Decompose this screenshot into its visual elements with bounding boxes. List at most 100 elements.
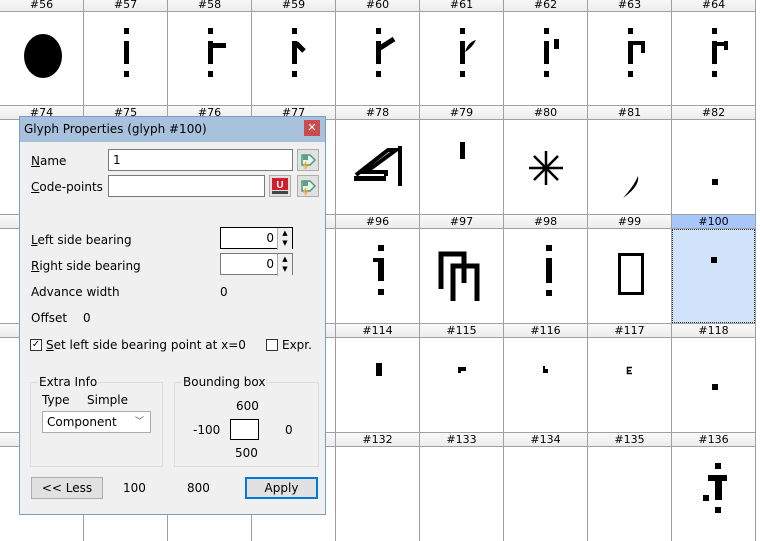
glyph-cell-label: #96 (336, 214, 419, 229)
glyph-cell[interactable]: #114 (336, 323, 420, 432)
glyph-cell[interactable]: #60 (336, 0, 420, 105)
glyph-cell-label: #135 (588, 432, 671, 447)
glyph-shape (208, 28, 226, 77)
less-button[interactable]: << Less (31, 477, 103, 499)
tag-icon-button[interactable] (297, 149, 319, 171)
glyph-cell[interactable]: #58 (168, 0, 252, 105)
lsb-spin-buttons[interactable]: ▲ ▼ (277, 228, 292, 250)
glyph-shape (460, 142, 465, 159)
lsb-label: Left side bearing (31, 233, 132, 247)
glyph-cell[interactable]: #134 (504, 432, 588, 541)
glyph-cell-label: #133 (420, 432, 503, 447)
glyph-cell[interactable]: #80 (504, 105, 588, 214)
glyph-cell-label: #58 (168, 0, 251, 12)
glyph-cell[interactable]: #56 (0, 0, 84, 105)
close-icon[interactable]: ✕ (304, 120, 320, 136)
bbox-preview (230, 419, 259, 440)
glyph-cell[interactable]: #132 (336, 432, 420, 541)
glyph-preview (672, 229, 755, 323)
glyph-preview (672, 120, 755, 214)
glyph-cell[interactable]: #82 (672, 105, 756, 214)
codepoints-input[interactable] (108, 175, 265, 197)
glyph-preview (168, 12, 251, 105)
glyph-preview (588, 12, 671, 105)
glyph-shape (544, 28, 559, 77)
glyph-cell[interactable]: #63 (588, 0, 672, 105)
glyph-cell[interactable]: #57 (84, 0, 168, 105)
glyph-preview (420, 338, 503, 432)
set-lsb-checkbox[interactable]: ✓ (30, 339, 42, 351)
glyph-cell-label: #64 (672, 0, 755, 12)
glyph-preview (0, 12, 83, 105)
glyph-cell[interactable]: #96 (336, 214, 420, 323)
glyph-cell-label: #62 (504, 0, 587, 12)
expr-checkbox[interactable] (266, 339, 278, 351)
glyph-shape (354, 146, 403, 186)
glyph-shape (529, 151, 563, 185)
glyph-cell[interactable]: #117 (588, 323, 672, 432)
glyph-preview (336, 338, 419, 432)
glyph-shape (373, 245, 384, 295)
component-select[interactable]: Component ﹀ (42, 411, 151, 433)
glyph-preview (336, 12, 419, 105)
glyph-preview (420, 447, 503, 541)
glyph-cell[interactable]: #136 (672, 432, 756, 541)
glyph-cell-label: #116 (504, 323, 587, 338)
glyph-cell[interactable]: #62 (504, 0, 588, 105)
glyph-cell-label: #99 (588, 214, 671, 229)
glyph-shape (711, 257, 717, 263)
glyph-cell[interactable]: #59 (252, 0, 336, 105)
glyph-cell-label: #60 (336, 0, 419, 12)
glyph-cell[interactable]: #78 (336, 105, 420, 214)
glyph-preview (588, 447, 671, 541)
glyph-shape (460, 28, 476, 77)
glyph-cell-label: #80 (504, 105, 587, 120)
glyph-shape (703, 463, 727, 513)
glyph-shape (628, 28, 645, 77)
glyph-cell[interactable]: #61 (420, 0, 504, 105)
bbox-right: 0 (285, 423, 293, 437)
glyph-cell-label: #132 (336, 432, 419, 447)
glyph-preview (588, 229, 671, 323)
glyph-cell[interactable]: #99 (588, 214, 672, 323)
advance-width-value: 0 (220, 285, 228, 299)
component-select-value: Component (47, 415, 117, 429)
glyph-cell-label: #136 (672, 432, 755, 447)
bounding-box-title: Bounding box (182, 375, 267, 389)
lsb-value: 0 (266, 231, 274, 245)
glyph-preview (672, 338, 755, 432)
glyph-properties-dialog: Glyph Properties (glyph #100) ✕ Name 1 C… (19, 116, 326, 515)
glyph-cell-label: #118 (672, 323, 755, 338)
glyph-cell[interactable]: #118 (672, 323, 756, 432)
dialog-titlebar[interactable]: Glyph Properties (glyph #100) ✕ (20, 117, 325, 142)
name-input[interactable]: 1 (108, 149, 293, 171)
glyph-cell[interactable]: #133 (420, 432, 504, 541)
glyph-shape (24, 34, 62, 78)
glyph-cell-label: #134 (504, 432, 587, 447)
glyph-cell[interactable]: #135 (588, 432, 672, 541)
glyph-cell[interactable]: #64 (672, 0, 756, 105)
glyph-cell[interactable]: #100 (672, 214, 756, 323)
glyph-cell[interactable]: #97 (420, 214, 504, 323)
glyph-cell-label: #63 (588, 0, 671, 12)
lsb-spinbox[interactable]: 0 ▲ ▼ (220, 227, 293, 250)
tag-icon-button-2[interactable] (297, 175, 319, 197)
glyph-cell-label: #97 (420, 214, 503, 229)
glyph-cell[interactable]: #98 (504, 214, 588, 323)
glyph-preview (336, 229, 419, 323)
dialog-title: Glyph Properties (glyph #100) (24, 122, 207, 136)
glyph-cell-label: #59 (252, 0, 335, 12)
glyph-cell-label: #98 (504, 214, 587, 229)
rsb-spin-buttons[interactable]: ▲ ▼ (277, 254, 292, 276)
glyph-cell[interactable]: #81 (588, 105, 672, 214)
glyph-cell-label: #114 (336, 323, 419, 338)
unicode-button[interactable]: U (269, 175, 291, 197)
apply-button[interactable]: Apply (245, 477, 318, 499)
rsb-spinbox[interactable]: 0 ▲ ▼ (220, 253, 293, 276)
glyph-preview (336, 447, 419, 541)
glyph-cell[interactable]: #115 (420, 323, 504, 432)
glyph-shape (124, 28, 129, 77)
glyph-shape (712, 28, 728, 77)
glyph-cell[interactable]: #79 (420, 105, 504, 214)
glyph-cell[interactable]: #116 (504, 323, 588, 432)
